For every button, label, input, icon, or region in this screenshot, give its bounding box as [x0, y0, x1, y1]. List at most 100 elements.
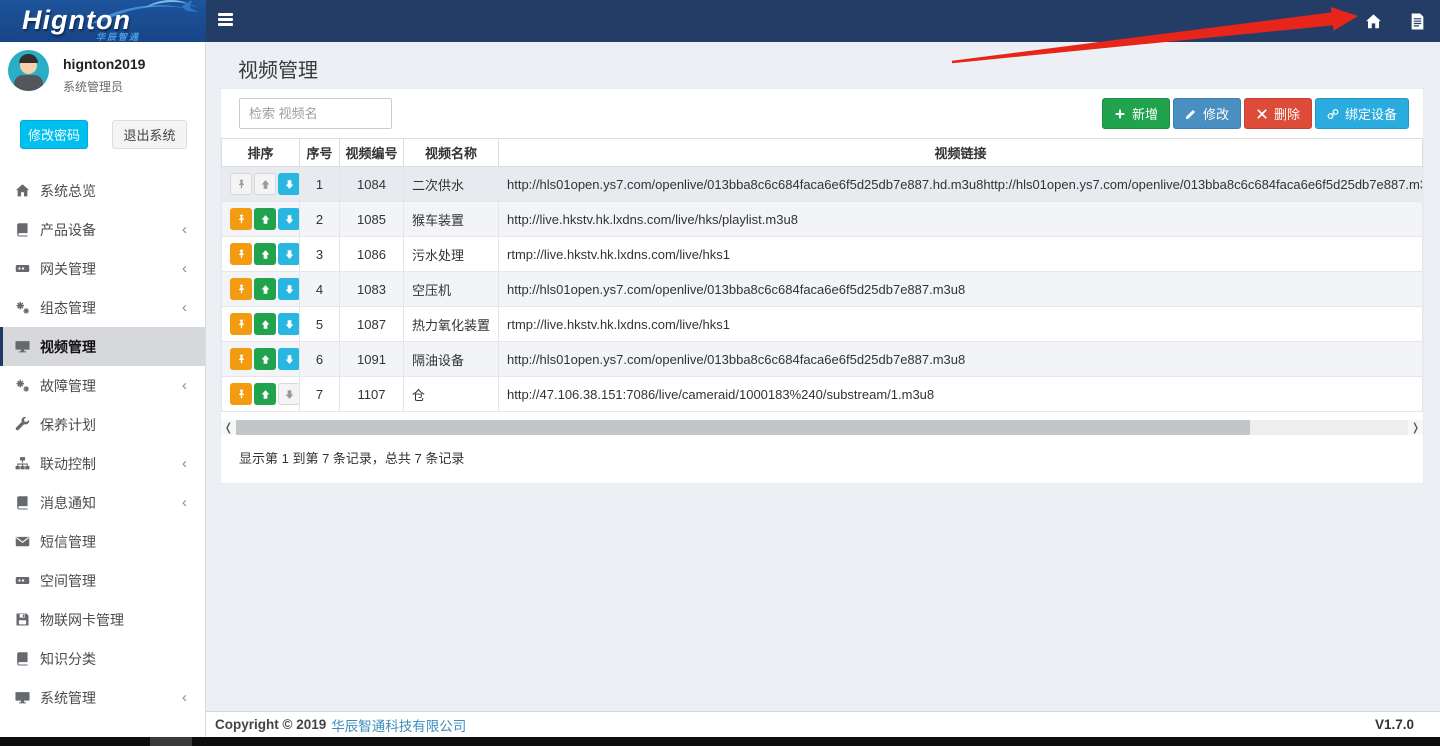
book-icon: [15, 222, 30, 237]
chevron-left-icon: ‹: [182, 456, 187, 471]
search-input[interactable]: [239, 98, 392, 129]
pin-button[interactable]: [230, 208, 252, 230]
sidebar-item-12[interactable]: 知识分类: [0, 639, 205, 678]
move-up-button[interactable]: [254, 278, 276, 300]
delete-button[interactable]: 删除: [1244, 98, 1312, 129]
sidebar-item-2[interactable]: 网关管理‹: [0, 249, 205, 288]
sidebar-item-0[interactable]: 系统总览: [0, 171, 205, 210]
sidebar-menu: 系统总览产品设备‹网关管理‹组态管理‹视频管理故障管理‹保养计划联动控制‹消息通…: [0, 171, 205, 717]
scrollbar-thumb[interactable]: [236, 420, 1250, 435]
pin-button[interactable]: [230, 348, 252, 370]
video-table: 排序 序号 视频编号 视频名称 视频链接 11084二次供水http://hls…: [221, 138, 1423, 412]
company-link[interactable]: 华辰智通科技有限公司: [331, 715, 466, 735]
scroll-right-arrow[interactable]: ❭: [1408, 420, 1423, 435]
pin-button[interactable]: [230, 243, 252, 265]
scroll-left-arrow[interactable]: ❬: [221, 420, 236, 435]
move-down-button[interactable]: [278, 243, 300, 265]
brand-logo[interactable]: Hignton 华辰智通: [0, 0, 206, 42]
move-down-button[interactable]: [278, 313, 300, 335]
bind-device-button[interactable]: 绑定设备: [1315, 98, 1409, 129]
sidebar-item-6[interactable]: 保养计划: [0, 405, 205, 444]
file-text-icon[interactable]: [1404, 8, 1430, 34]
move-down-button[interactable]: [278, 348, 300, 370]
sidebar-item-1[interactable]: 产品设备‹: [0, 210, 205, 249]
table-header-row: 排序 序号 视频编号 视频名称 视频链接: [222, 139, 1423, 167]
home-icon[interactable]: [1360, 8, 1386, 34]
sidebar-item-label: 系统管理: [40, 688, 96, 708]
pin-icon: [236, 249, 247, 260]
record-summary: 显示第 1 到第 7 条记录，总共 7 条记录: [221, 435, 1423, 483]
change-password-button[interactable]: 修改密码: [20, 120, 88, 149]
x-icon: [1256, 108, 1268, 120]
row-seq: 6: [300, 342, 340, 377]
row-video-name: 污水处理: [404, 237, 499, 272]
row-video-url: http://47.106.38.151:7086/live/cameraid/…: [499, 377, 1423, 412]
move-down-button[interactable]: [278, 208, 300, 230]
move-up-button[interactable]: [254, 313, 276, 335]
edit-button[interactable]: 修改: [1173, 98, 1241, 129]
move-up-button[interactable]: [254, 383, 276, 405]
row-seq: 3: [300, 237, 340, 272]
sidebar-item-3[interactable]: 组态管理‹: [0, 288, 205, 327]
table-row[interactable]: 51087热力氧化装置rtmp://live.hkstv.hk.lxdns.co…: [222, 307, 1423, 342]
chevron-left-icon: ‹: [182, 300, 187, 315]
row-video-code: 1107: [340, 377, 404, 412]
arrow-up-icon: [260, 249, 271, 260]
row-video-url: rtmp://live.hkstv.hk.lxdns.com/live/hks1: [499, 307, 1423, 342]
hdd-icon: [15, 261, 30, 276]
sidebar-item-5[interactable]: 故障管理‹: [0, 366, 205, 405]
row-video-code: 1087: [340, 307, 404, 342]
home-icon: [15, 183, 30, 198]
floppy-icon: [15, 612, 30, 627]
row-video-url: http://hls01open.ys7.com/openlive/013bba…: [499, 342, 1423, 377]
sidebar-item-4[interactable]: 视频管理: [0, 327, 205, 366]
scrollbar-track[interactable]: [236, 420, 1408, 435]
row-video-code: 1083: [340, 272, 404, 307]
move-up-button[interactable]: [254, 243, 276, 265]
table-row[interactable]: 71107仓http://47.106.38.151:7086/live/cam…: [222, 377, 1423, 412]
pin-icon: [236, 284, 247, 295]
move-up-button[interactable]: [254, 348, 276, 370]
sidebar-item-label: 消息通知: [40, 493, 96, 513]
pin-button[interactable]: [230, 278, 252, 300]
horizontal-scrollbar: ❬ ❭: [221, 420, 1423, 435]
pin-icon: [236, 354, 247, 365]
table-row[interactable]: 21085猴车装置http://live.hkstv.hk.lxdns.com/…: [222, 202, 1423, 237]
arrow-up-icon: [260, 284, 271, 295]
arrow-down-icon: [284, 179, 295, 190]
sidebar-item-label: 视频管理: [40, 337, 96, 357]
row-video-code: 1084: [340, 167, 404, 202]
pin-button[interactable]: [230, 383, 252, 405]
avatar: [8, 50, 49, 91]
sidebar-item-8[interactable]: 消息通知‹: [0, 483, 205, 522]
sidebar-item-label: 网关管理: [40, 259, 96, 279]
pin-button[interactable]: [230, 313, 252, 335]
user-panel: hignton2019 系统管理员: [0, 42, 205, 106]
table-row[interactable]: 41083空压机http://hls01open.ys7.com/openliv…: [222, 272, 1423, 307]
move-down-button[interactable]: [278, 278, 300, 300]
sidebar-item-11[interactable]: 物联网卡管理: [0, 600, 205, 639]
arrow-down-icon: [284, 354, 295, 365]
col-header-name: 视频名称: [404, 139, 499, 167]
sidebar-toggle-button[interactable]: [218, 13, 233, 28]
row-video-url: http://live.hkstv.hk.lxdns.com/live/hks/…: [499, 202, 1423, 237]
brand-subtitle: 华辰智通: [96, 30, 140, 42]
user-name: hignton2019: [63, 52, 205, 72]
move-down-button[interactable]: [278, 173, 300, 195]
sidebar-item-label: 短信管理: [40, 532, 96, 552]
page-title: 视频管理: [238, 54, 318, 83]
chevron-left-icon: ‹: [182, 222, 187, 237]
add-button[interactable]: 新增: [1102, 98, 1170, 129]
sidebar-item-10[interactable]: 空间管理: [0, 561, 205, 600]
desktop-icon: [15, 339, 30, 354]
table-row[interactable]: 61091隔油设备http://hls01open.ys7.com/openli…: [222, 342, 1423, 377]
move-up-button[interactable]: [254, 208, 276, 230]
logout-button[interactable]: 退出系统: [112, 120, 187, 149]
table-row[interactable]: 11084二次供水http://hls01open.ys7.com/openli…: [222, 167, 1423, 202]
sidebar-item-7[interactable]: 联动控制‹: [0, 444, 205, 483]
top-navbar: Hignton 华辰智通: [0, 0, 1440, 42]
sidebar-item-9[interactable]: 短信管理: [0, 522, 205, 561]
table-row[interactable]: 31086污水处理rtmp://live.hkstv.hk.lxdns.com/…: [222, 237, 1423, 272]
sidebar-item-13[interactable]: 系统管理‹: [0, 678, 205, 717]
taskbar-sliver: [0, 737, 1440, 746]
